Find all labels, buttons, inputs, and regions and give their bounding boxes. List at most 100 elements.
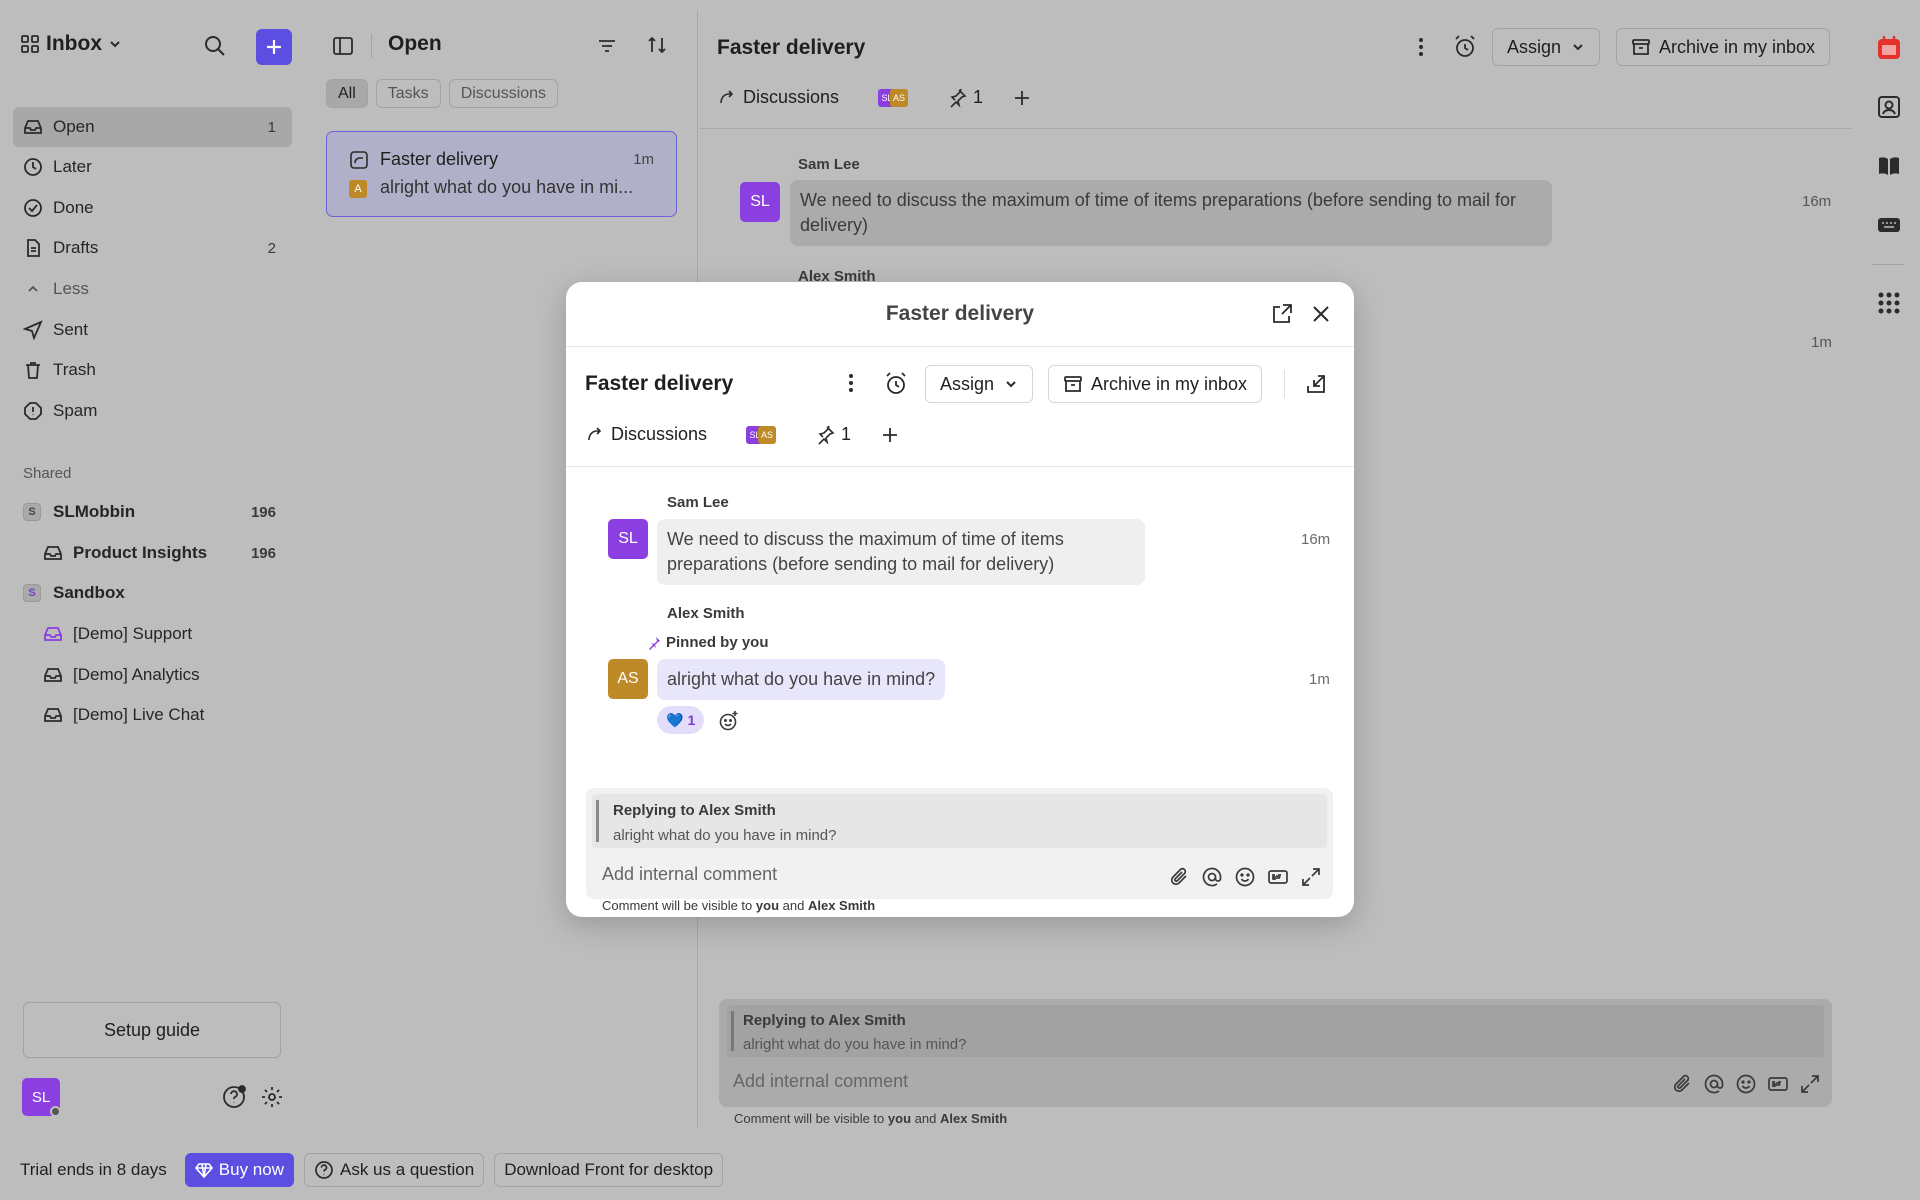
participants-avatars[interactable]: SL AS <box>878 89 908 107</box>
search-icon[interactable] <box>203 34 227 58</box>
archive-button[interactable]: Archive in my inbox <box>1616 28 1831 66</box>
sort-icon[interactable] <box>646 34 668 56</box>
conversation-modal: Faster delivery Faster delivery Assign A… <box>566 282 1354 917</box>
sidebar-item-open[interactable]: Open 1 <box>13 107 292 147</box>
divider <box>566 466 1354 467</box>
buy-now-button[interactable]: Buy now <box>184 1153 294 1187</box>
download-desktop-button[interactable]: Download Front for desktop <box>494 1153 724 1187</box>
assign-button[interactable]: Assign <box>1492 28 1601 66</box>
discussion-icon <box>720 89 734 103</box>
modal-header-title: Faster delivery <box>885 302 1035 325</box>
participants-avatars[interactable]: SL AS <box>746 426 776 444</box>
message-author: Sam Lee <box>667 494 729 511</box>
avatar-initials: SL <box>750 193 770 210</box>
plus-icon <box>267 40 281 54</box>
workspace-sandbox[interactable]: S Sandbox <box>13 573 292 613</box>
shared-section-label: Shared <box>23 465 72 482</box>
visibility-and: and <box>782 898 805 913</box>
open-external-icon[interactable] <box>1270 302 1294 326</box>
modal-assign-button[interactable]: Assign <box>925 365 1034 403</box>
mention-icon[interactable] <box>1703 1073 1725 1095</box>
workspace-slmobbin[interactable]: S SLMobbin 196 <box>13 492 292 532</box>
emoji-icon[interactable] <box>1234 866 1256 888</box>
discussions-tab[interactable]: Discussions <box>717 87 839 108</box>
knowledge-base-icon[interactable] <box>1876 153 1902 179</box>
expand-icon[interactable] <box>1300 866 1322 888</box>
sidebar-item-trash[interactable]: Trash <box>13 350 292 390</box>
filter-tasks[interactable]: Tasks <box>375 79 441 108</box>
expand-icon[interactable] <box>1799 1073 1821 1095</box>
discussion-icon <box>349 150 369 170</box>
filter-all[interactable]: All <box>326 79 368 108</box>
send-icon <box>23 320 43 340</box>
snooze-alarm-icon[interactable] <box>883 371 909 397</box>
alert-octagon-icon <box>23 401 43 421</box>
collapse-icon[interactable] <box>1305 373 1327 395</box>
filter-icon[interactable] <box>596 35 618 57</box>
sidebar-item-count: 2 <box>267 239 276 257</box>
close-icon[interactable] <box>1310 303 1332 325</box>
add-icon[interactable] <box>880 425 900 445</box>
contacts-icon[interactable] <box>1876 94 1902 120</box>
clock-icon <box>23 157 43 177</box>
toggle-sidebar-icon[interactable] <box>331 34 355 58</box>
inbox-tray-icon <box>43 543 63 563</box>
modal-discussions-tab[interactable]: Discussions <box>585 424 707 445</box>
calendar-icon[interactable] <box>1876 35 1902 61</box>
apps-grid-icon[interactable] <box>1877 291 1901 315</box>
mention-icon[interactable] <box>1201 866 1223 888</box>
sidebar-item-label: Spam <box>53 401 98 420</box>
paperclip-icon[interactable] <box>1168 866 1190 888</box>
inbox-switcher[interactable]: Inbox <box>20 32 122 56</box>
status-dot <box>50 1106 61 1117</box>
conversation-card[interactable]: Faster delivery 1m A alright what do you… <box>326 131 677 217</box>
visibility-you: you <box>755 898 780 913</box>
more-vertical-icon[interactable] <box>839 371 863 395</box>
trial-notice: Trial ends in 8 days <box>20 1160 167 1179</box>
snooze-alarm-icon[interactable] <box>1452 34 1478 60</box>
gif-icon[interactable] <box>1267 866 1289 888</box>
more-vertical-icon[interactable] <box>1409 35 1433 59</box>
keyboard-icon[interactable] <box>1876 212 1902 238</box>
inbox-product-insights[interactable]: Product Insights 196 <box>13 533 292 573</box>
comment-input[interactable]: Add internal comment <box>733 1071 908 1092</box>
avatar-initials: SL <box>31 1088 51 1106</box>
gif-icon[interactable] <box>1767 1073 1789 1095</box>
add-icon[interactable] <box>1012 88 1032 108</box>
inbox-demo-support[interactable]: [Demo] Support <box>13 614 292 654</box>
quote-bar <box>596 800 599 842</box>
emoji-icon[interactable] <box>1735 1073 1757 1095</box>
inbox-demo-live-chat[interactable]: [Demo] Live Chat <box>13 695 292 735</box>
conversation-preview: alright what do you have in mi... <box>380 177 634 197</box>
pinned-count[interactable]: 1 <box>947 87 983 108</box>
gear-icon[interactable] <box>260 1085 284 1109</box>
filter-discussions[interactable]: Discussions <box>448 79 559 108</box>
add-reaction-icon[interactable] <box>718 710 740 732</box>
divider <box>371 34 372 58</box>
compose-button[interactable] <box>256 29 292 65</box>
reply-quote: Replying to Alex Smith alright what do y… <box>592 794 1327 848</box>
workspace-badge: S <box>23 503 41 521</box>
sidebar-item-spam[interactable]: Spam <box>13 391 292 431</box>
sidebar-item-drafts[interactable]: Drafts 2 <box>13 228 292 268</box>
setup-guide-button[interactable]: Setup guide <box>23 1002 281 1058</box>
diamond-icon <box>194 1163 213 1179</box>
assign-label: Assign <box>940 373 995 394</box>
reaction-chip[interactable]: 💙 1 <box>657 706 705 734</box>
comment-input[interactable]: Add internal comment <box>602 864 777 885</box>
modal-archive-button[interactable]: Archive in my inbox <box>1048 365 1263 403</box>
inbox-demo-analytics[interactable]: [Demo] Analytics <box>13 655 292 695</box>
ask-question-button[interactable]: Ask us a question <box>303 1153 485 1187</box>
sidebar-item-sent[interactable]: Sent <box>13 310 292 350</box>
pinned-count[interactable]: 1 <box>815 424 851 445</box>
filter-chips: All Tasks Discussions <box>326 79 559 108</box>
inbox-label: [Demo] Live Chat <box>73 705 205 724</box>
workspace-count: 196 <box>250 503 276 521</box>
sidebar-item-done[interactable]: Done <box>13 188 292 228</box>
paperclip-icon[interactable] <box>1671 1073 1693 1095</box>
reply-quote: Replying to Alex Smith alright what do y… <box>727 1005 1824 1057</box>
sidebar-item-later[interactable]: Later <box>13 147 292 187</box>
sidebar-item-less[interactable]: Less <box>13 269 292 309</box>
help-icon[interactable] <box>222 1085 246 1109</box>
quote-bar <box>731 1011 734 1051</box>
